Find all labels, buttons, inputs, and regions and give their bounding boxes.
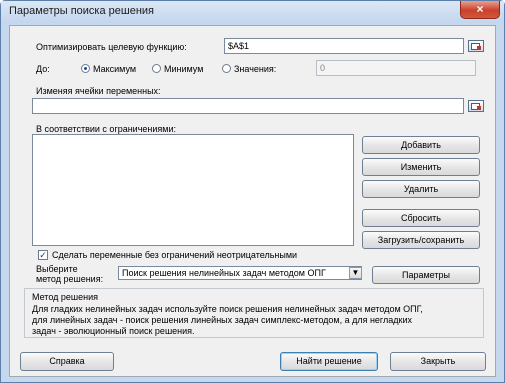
title-bar[interactable]: Параметры поиска решения × xyxy=(1,1,504,23)
variables-label: Изменяя ячейки переменных: xyxy=(36,86,161,96)
objective-range-picker-icon[interactable] xyxy=(468,40,484,52)
checkmark-icon: ✓ xyxy=(39,250,47,260)
help-button[interactable]: Справка xyxy=(20,352,114,371)
target-value-field[interactable]: 0 xyxy=(316,60,476,76)
method-description-title: Метод решения xyxy=(32,292,98,302)
variables-range-picker-icon[interactable] xyxy=(468,100,484,112)
chevron-down-icon[interactable]: ▼ xyxy=(349,267,362,279)
objective-cell-field[interactable]: $A$1 xyxy=(224,38,464,54)
objective-label: Оптимизировать целевую функцию: xyxy=(36,42,187,52)
radio-minimum-label[interactable]: Минимум xyxy=(164,64,203,74)
nonnegative-label[interactable]: Сделать переменные без ограничений неотр… xyxy=(52,250,297,260)
solver-dialog-window: Параметры поиска решения × Оптимизироват… xyxy=(0,0,505,383)
add-constraint-button[interactable]: Добавить xyxy=(362,136,480,154)
change-constraint-button[interactable]: Изменить xyxy=(362,158,480,176)
radio-maximum-label[interactable]: Максимум xyxy=(93,64,136,74)
radio-minimum[interactable] xyxy=(152,64,161,73)
close-window-button[interactable]: × xyxy=(460,1,500,19)
close-button[interactable]: Закрыть xyxy=(390,352,486,371)
variable-cells-field[interactable] xyxy=(32,98,464,114)
nonnegative-checkbox[interactable]: ✓ xyxy=(38,250,48,260)
radio-value-label[interactable]: Значения: xyxy=(234,64,276,74)
options-button[interactable]: Параметры xyxy=(372,266,480,284)
delete-constraint-button[interactable]: Удалить xyxy=(362,180,480,198)
constraints-label: В соответствии с ограничениями: xyxy=(36,124,176,134)
window-title: Параметры поиска решения xyxy=(9,5,154,17)
method-description-text: Для гладких нелинейных задач используйте… xyxy=(32,304,482,337)
radio-value[interactable] xyxy=(222,64,231,73)
solve-button[interactable]: Найти решение xyxy=(280,352,378,371)
to-label: До: xyxy=(36,64,50,74)
load-save-button[interactable]: Загрузить/сохранить xyxy=(362,231,480,249)
method-description-line: задач - эволюционный поиск решения. xyxy=(32,326,195,336)
method-label-line1: Выберите xyxy=(36,264,78,274)
radio-maximum[interactable] xyxy=(81,64,90,73)
reset-all-button[interactable]: Сбросить xyxy=(362,209,480,227)
method-description-line: Для гладких нелинейных задач используйте… xyxy=(32,304,423,314)
method-description-line: для линейных задач - поиск решения линей… xyxy=(32,315,412,325)
solving-method-select[interactable]: Поиск решения нелинейных задач методом О… xyxy=(118,266,362,280)
dialog-client-area: Оптимизировать целевую функцию: $A$1 До:… xyxy=(9,25,496,377)
constraints-list[interactable] xyxy=(32,134,354,246)
method-label-line2: метод решения: xyxy=(36,274,104,284)
close-icon: × xyxy=(476,2,484,16)
